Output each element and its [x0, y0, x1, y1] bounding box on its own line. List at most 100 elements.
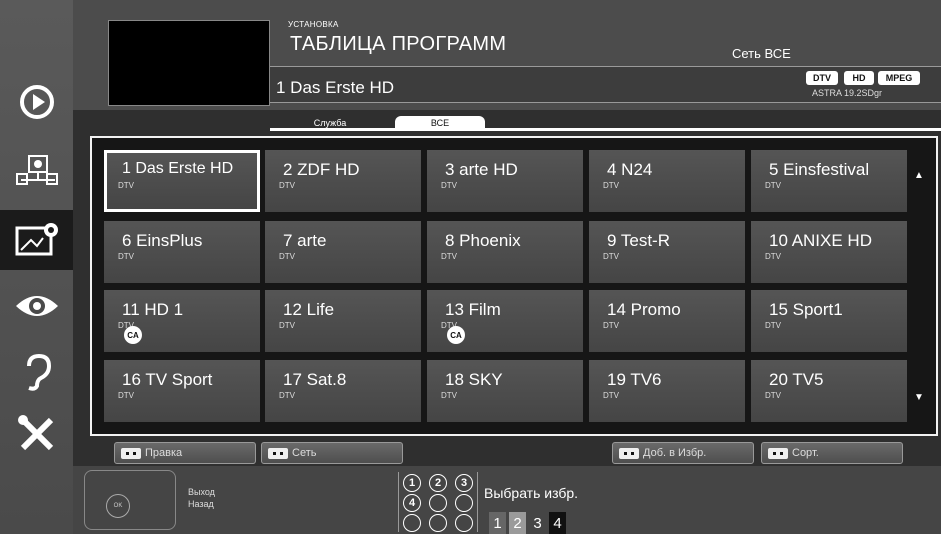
- audio-icon: [26, 353, 51, 391]
- favorite-page-3[interactable]: 3: [529, 512, 546, 534]
- channel-type: DTV: [603, 391, 619, 400]
- channel-name: 17 Sat.8: [283, 370, 347, 389]
- channel-name: 11 HD 1: [122, 300, 184, 319]
- sort-button-label: Сорт.: [792, 447, 819, 459]
- settings-menu-item[interactable]: [0, 404, 73, 464]
- channel-cell[interactable]: 9 Test-R DTV: [589, 221, 745, 283]
- channel-cell[interactable]: 11 HD 1 DTV CA: [104, 290, 260, 352]
- source-menu-item[interactable]: [0, 72, 73, 132]
- channel-cell[interactable]: 12 Life DTV: [265, 290, 421, 352]
- tv-preview-window: [108, 20, 270, 106]
- channel-cell[interactable]: 14 Promo DTV: [589, 290, 745, 352]
- favorite-digit-keys: 1 2 3 4: [398, 472, 478, 532]
- empty-digit-icon: [455, 494, 473, 512]
- channel-name: 18 SKY: [445, 370, 503, 389]
- channel-cell[interactable]: 13 Film DTV CA: [427, 290, 583, 352]
- digit-2-icon: 2: [429, 474, 447, 492]
- play-source-icon: [19, 85, 54, 119]
- channel-type: DTV: [118, 252, 134, 261]
- channel-cell[interactable]: 6 EinsPlus DTV: [104, 221, 260, 283]
- empty-digit-icon: [429, 494, 447, 512]
- network-button-label: Сеть: [292, 447, 317, 459]
- edit-button-label: Правка: [145, 447, 183, 459]
- channel-cell[interactable]: 18 SKY DTV: [427, 360, 583, 422]
- favorites-label: Выбрать избр.: [484, 485, 579, 501]
- page-title: ТАБЛИЦА ПРОГРАММ: [290, 33, 507, 55]
- empty-digit-icon: [403, 514, 421, 532]
- hd-badge: HD: [844, 71, 874, 85]
- channel-cell[interactable]: 16 TV Sport DTV: [104, 360, 260, 422]
- favorite-page-1[interactable]: 1: [489, 512, 506, 534]
- network-label: Сеть ВСЕ: [732, 46, 791, 61]
- channel-cell[interactable]: 4 N24 DTV: [589, 150, 745, 212]
- channel-type: DTV: [279, 391, 295, 400]
- channel-type: DTV: [118, 391, 134, 400]
- dtv-badge: DTV: [806, 71, 838, 85]
- current-channel-name: 1 Das Erste HD: [276, 78, 395, 97]
- channel-type: DTV: [603, 181, 619, 190]
- red-key-icon: [121, 447, 141, 459]
- mpeg-badge: MPEG: [878, 71, 920, 85]
- channel-name: 14 Promo: [607, 300, 681, 319]
- channel-name: 16 TV Sport: [122, 370, 213, 389]
- channel-cell[interactable]: 3 arte HD DTV: [427, 150, 583, 212]
- network-button[interactable]: Сеть: [261, 442, 403, 464]
- sort-button[interactable]: Сорт.: [761, 442, 903, 464]
- channel-cell[interactable]: 2 ZDF HD DTV: [265, 150, 421, 212]
- channel-name: 20 TV5: [769, 370, 824, 389]
- digit-1-icon: 1: [403, 474, 421, 492]
- empty-digit-icon: [455, 514, 473, 532]
- channel-name: 10 ANIXE HD: [769, 231, 872, 250]
- remote-nav-icon: [84, 470, 176, 530]
- sound-menu-item[interactable]: [0, 342, 73, 402]
- favorite-page-2[interactable]: 2: [509, 512, 526, 534]
- yellow-key-icon: [619, 447, 639, 459]
- channel-type: DTV: [441, 181, 457, 190]
- program-table-menu-item[interactable]: [0, 210, 73, 270]
- network-icon: [15, 155, 58, 185]
- channel-cell[interactable]: 5 Einsfestival DTV: [751, 150, 907, 212]
- satellite-label: ASTRA 19.2SDgr: [812, 88, 883, 98]
- blue-key-icon: [768, 447, 788, 459]
- channel-cell[interactable]: 17 Sat.8 DTV: [265, 360, 421, 422]
- channel-type: DTV: [279, 321, 295, 330]
- channel-name: 6 EinsPlus: [122, 231, 203, 250]
- tools-icon: [17, 415, 53, 451]
- digit-4-icon: 4: [403, 494, 421, 512]
- ca-icon: CA: [124, 326, 142, 344]
- channel-cell[interactable]: 19 TV6 DTV: [589, 360, 745, 422]
- add-favorite-label: Доб. в Избр.: [643, 447, 707, 459]
- channel-cell[interactable]: 8 Phoenix DTV: [427, 221, 583, 283]
- channel-type: DTV: [118, 181, 134, 190]
- channel-name: 4 N24: [607, 160, 653, 179]
- add-favorite-button[interactable]: Доб. в Избр.: [612, 442, 754, 464]
- channel-cell[interactable]: 20 TV5 DTV: [751, 360, 907, 422]
- scroll-down-icon[interactable]: ▼: [912, 392, 926, 403]
- channel-cell[interactable]: 7 arte DTV: [265, 221, 421, 283]
- program-table-icon: [15, 223, 58, 256]
- channel-name: 3 arte HD: [445, 160, 518, 179]
- edit-button[interactable]: Правка: [114, 442, 256, 464]
- digit-3-icon: 3: [455, 474, 473, 492]
- tab-underline: [270, 128, 941, 131]
- channel-type: DTV: [765, 252, 781, 261]
- channel-type: DTV: [603, 252, 619, 261]
- channel-cell[interactable]: 15 Sport1 DTV: [751, 290, 907, 352]
- empty-digit-icon: [429, 514, 447, 532]
- channel-type: DTV: [279, 252, 295, 261]
- channel-name: 15 Sport1: [769, 300, 843, 319]
- channel-name: 1 Das Erste HD: [122, 160, 234, 177]
- scroll-up-icon[interactable]: ▲: [912, 170, 926, 181]
- network-menu-item[interactable]: [0, 140, 73, 200]
- channel-name: 13 Film: [445, 300, 501, 319]
- channel-name: 2 ZDF HD: [283, 160, 360, 179]
- channel-name: 9 Test-R: [607, 231, 670, 250]
- channel-type: DTV: [603, 321, 619, 330]
- picture-menu-item[interactable]: [0, 276, 73, 336]
- channel-cell[interactable]: 1 Das Erste HD DTV: [104, 150, 260, 212]
- channel-type: DTV: [441, 252, 457, 261]
- channel-type: DTV: [765, 391, 781, 400]
- favorite-page-4[interactable]: 4: [549, 512, 566, 534]
- channel-cell[interactable]: 10 ANIXE HD DTV: [751, 221, 907, 283]
- back-hint: Назад: [188, 499, 214, 509]
